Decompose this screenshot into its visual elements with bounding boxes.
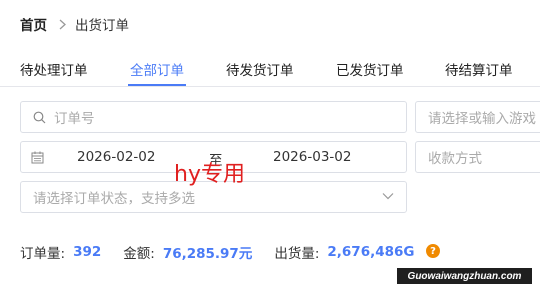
tab-pending[interactable]: 待处理订单 <box>20 59 88 79</box>
chevron-down-icon <box>382 192 394 200</box>
order-count-value: 392 <box>73 244 102 260</box>
shipped-label: 出货量: <box>274 246 320 262</box>
tab-all[interactable]: 全部订单 <box>130 59 184 79</box>
calendar-icon <box>31 151 44 164</box>
order-status-placeholder: 请选择订单状态，支持多选 <box>33 191 195 207</box>
site-tag: Guowaiwangzhuan.com <box>397 268 532 284</box>
breadcrumb: 首页 出货订单 <box>20 13 129 35</box>
amount-label: 金额: <box>123 246 155 262</box>
tab-to-settle[interactable]: 待结算订单 <box>445 59 513 79</box>
shipped-value: 2,676,486G <box>327 244 415 260</box>
active-tab-indicator <box>128 84 186 86</box>
search-icon <box>33 111 46 124</box>
date-end[interactable]: 2026-03-02 <box>273 149 351 165</box>
order-number-input[interactable]: 订单号 <box>20 101 407 133</box>
payment-method-select[interactable]: 收款方式 <box>415 141 540 173</box>
watermark-text: hy专用 <box>174 162 245 187</box>
help-icon[interactable]: ? <box>426 244 440 258</box>
tab-shipped[interactable]: 已发货订单 <box>336 59 404 79</box>
breadcrumb-home[interactable]: 首页 <box>20 14 47 34</box>
amount-value: 76,285.97元 <box>162 246 253 262</box>
chevron-right-icon <box>59 19 66 30</box>
game-select[interactable]: 请选择或输入游戏 <box>415 101 540 133</box>
order-number-placeholder: 订单号 <box>54 111 95 127</box>
payment-method-placeholder: 收款方式 <box>428 151 482 167</box>
game-select-placeholder: 请选择或输入游戏 <box>428 111 536 127</box>
order-summary: 订单量: 392 金额: 76,285.97元 出货量: 2,676,486G <box>20 242 414 262</box>
breadcrumb-current: 出货订单 <box>75 18 129 34</box>
order-count-label: 订单量: <box>20 246 66 262</box>
tab-to-ship[interactable]: 待发货订单 <box>226 59 294 79</box>
order-tabs: 待处理订单 全部订单 待发货订单 已发货订单 待结算订单 <box>0 55 540 87</box>
date-start[interactable]: 2026-02-02 <box>77 149 155 165</box>
